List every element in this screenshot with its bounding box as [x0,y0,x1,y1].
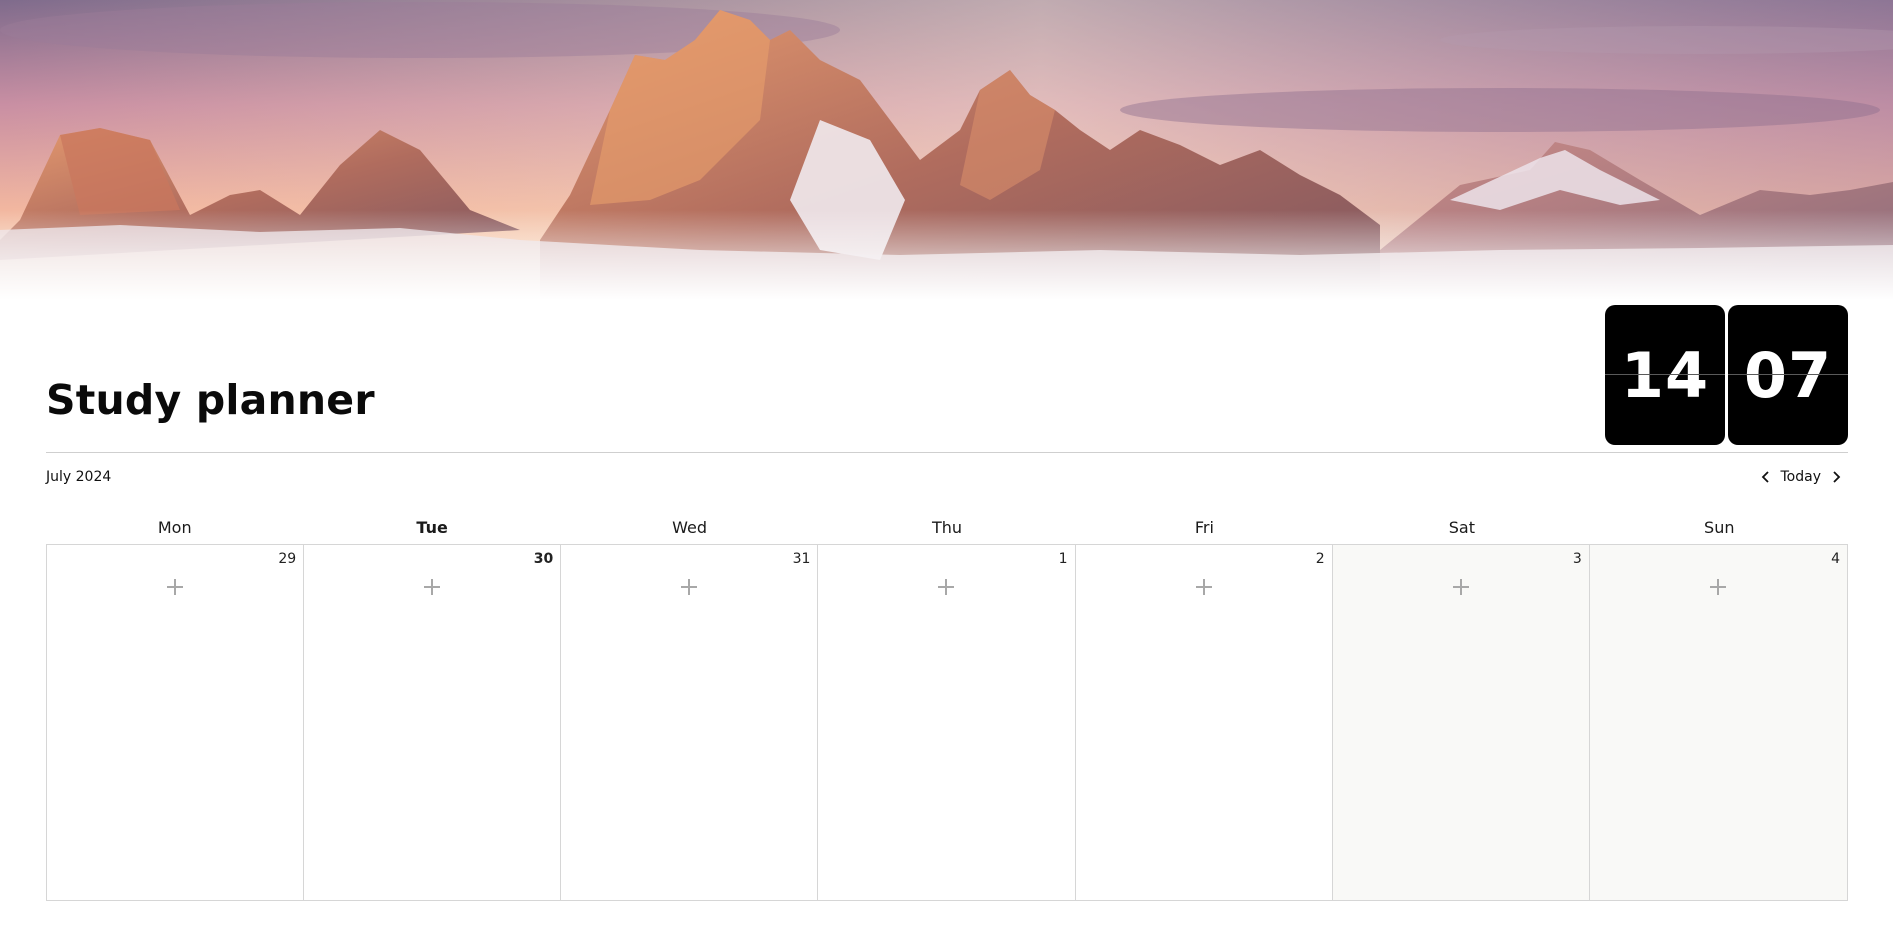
weekday-sat: Sat [1448,518,1475,537]
plus-icon[interactable] [1452,578,1470,596]
month-label: July 2024 [46,469,112,485]
clock-hours: 14 [1605,305,1725,445]
plus-icon[interactable] [423,578,441,596]
weekday-header: Mon Tue Wed Thu Fri Sat Sun [46,518,1848,537]
weekday-sun: Sun [1704,518,1735,537]
day-cell-tue[interactable]: 30 [304,545,562,900]
day-number: 31 [792,551,811,567]
weekday-tue: Tue [416,518,448,537]
day-number-today: 30 [533,551,554,567]
plus-icon[interactable] [1709,578,1727,596]
day-number: 3 [1572,551,1582,567]
weekday-fri: Fri [1194,518,1214,537]
day-cell-sat[interactable]: 3 [1332,545,1590,900]
planner-page: 14 07 Study planner July 2024 Today Mon … [0,0,1893,949]
day-number: 29 [278,551,297,567]
flip-clock: 14 07 [1605,305,1848,445]
plus-icon[interactable] [1195,578,1213,596]
day-cell-wed[interactable]: 31 [561,545,819,900]
weekday-thu: Thu [931,518,963,537]
day-cell-fri[interactable]: 2 [1076,545,1333,900]
today-button[interactable]: Today [1779,469,1824,485]
week-grid: 29 30 31 1 2 3 4 [46,544,1848,901]
plus-icon[interactable] [166,578,184,596]
day-cell-sun[interactable]: 4 [1589,545,1847,900]
day-number: 1 [1058,551,1068,567]
day-cell-thu[interactable]: 1 [818,545,1076,900]
clock-minutes: 07 [1728,305,1848,445]
day-number: 2 [1315,551,1325,567]
plus-icon[interactable] [937,578,955,596]
day-cell-mon[interactable]: 29 [47,545,305,900]
chevron-right-icon[interactable] [1829,468,1843,486]
weekday-mon: Mon [157,518,192,537]
weekday-wed: Wed [672,518,707,537]
day-number: 4 [1831,551,1840,567]
chevron-left-icon[interactable] [1759,468,1773,486]
calendar-navigation: Today [1759,468,1844,486]
cover-image [0,0,1893,300]
title-divider [46,452,1848,453]
plus-icon[interactable] [680,578,698,596]
page-title: Study planner [46,376,375,424]
